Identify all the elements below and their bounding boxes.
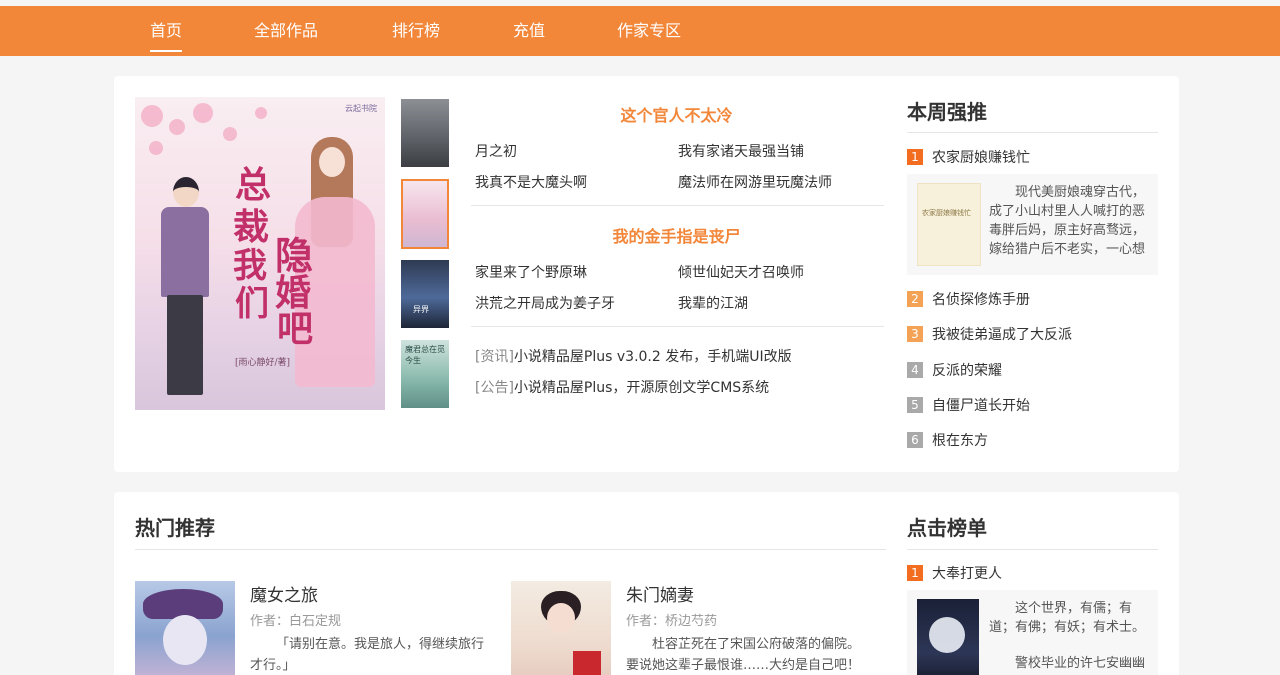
divider (471, 205, 884, 206)
featured-main-cover[interactable]: 总 裁 我 们 隐 婚 吧 [雨心静好/著] 云起书院 (135, 97, 385, 410)
rank-top-desc: 现代美厨娘魂穿古代，成了小山村里人人喊打的恶毒胖后妈，原主好高骛远，嫁给猎户后不… (989, 185, 1146, 257)
hot-title: 热门推荐 (135, 516, 215, 540)
thumb-mini-text: 魔君总在觅今生 (405, 345, 445, 365)
nav-recharge[interactable]: 充值 (513, 6, 545, 56)
rank-name: 大奉打更人 (932, 566, 1002, 582)
divider (907, 132, 1158, 133)
hot-card: 热门推荐 魔女之旅 作者：白石定规 「请别在意。我是旅人，得继续旅行才行。」 朱… (114, 492, 1179, 675)
hot-book-cover (511, 581, 611, 675)
rank-item[interactable]: 1 农家厨娘赚钱忙 (907, 147, 1030, 167)
clicks-title: 点击榜单 (907, 516, 987, 540)
blossom-decor (223, 127, 237, 141)
news-tag: [公告] (475, 380, 514, 396)
divider (907, 549, 1158, 550)
cover-logo-tag: 云起书院 (345, 104, 377, 113)
rank-item[interactable]: 3 我被徒弟逼成了大反派 (907, 324, 1072, 344)
nav-all-works[interactable]: 全部作品 (254, 6, 318, 56)
featured-thumb[interactable]: 魔君总在觅今生 (401, 340, 449, 408)
book-link[interactable]: 家里来了个野原琳 (475, 262, 587, 282)
cover-title-char: 总 (235, 164, 272, 206)
hot-book[interactable]: 魔女之旅 作者：白石定规 「请别在意。我是旅人，得继续旅行才行。」 (135, 581, 495, 675)
cover-title-char: 们 (235, 284, 269, 324)
blossom-decor (255, 107, 267, 119)
book-link[interactable]: 我辈的江湖 (678, 293, 748, 313)
news-text: 小说精品屋Plus，开源原创文学CMS系统 (513, 380, 770, 396)
hot-book-cover (135, 581, 235, 675)
weekly-title: 本周强推 (907, 100, 987, 124)
hot-book-name[interactable]: 魔女之旅 (250, 581, 318, 606)
cover-title-char: 婚 (275, 272, 312, 314)
news-text: 小说精品屋Plus v3.0.2 发布，手机端UI改版 (513, 349, 792, 365)
book-link[interactable]: 洪荒之开局成为姜子牙 (475, 293, 615, 313)
top-nav: 首页 全部作品 排行榜 充值 作家专区 (0, 6, 1280, 56)
rank-name: 农家厨娘赚钱忙 (932, 150, 1030, 166)
nav-rankings[interactable]: 排行榜 (392, 6, 440, 56)
featured-group-title[interactable]: 我的金手指是丧尸 (469, 223, 884, 247)
rank-number: 1 (907, 149, 923, 165)
featured-thumb[interactable]: 异界 (401, 260, 449, 328)
rank-number: 6 (907, 432, 923, 448)
book-link[interactable]: 魔法师在网游里玩魔法师 (678, 172, 832, 192)
rank-name: 反派的荣耀 (932, 363, 1002, 379)
cover-author-tag: [雨心静好/著] (235, 358, 291, 368)
rank-item[interactable]: 4 反派的荣耀 (907, 360, 1002, 380)
nav-author-zone[interactable]: 作家专区 (617, 6, 681, 56)
thumb-mini-text: 异界 (413, 305, 429, 314)
blossom-decor (141, 105, 163, 127)
hot-book-name[interactable]: 朱门嫡妻 (626, 581, 694, 606)
rank-top-desc: 警校毕业的许七安幽幽醒 (1015, 656, 1146, 671)
nav-home[interactable]: 首页 (150, 6, 183, 56)
hot-book-desc: 杜容芷死在了宋国公府破落的偏院。要说她这辈子最恨谁……大约是自己吧！那个 (626, 637, 861, 673)
cover-title-char: 我 (233, 246, 267, 286)
divider (135, 549, 886, 550)
hot-book[interactable]: 朱门嫡妻 作者：桥边芍药 杜容芷死在了宋国公府破落的偏院。要说她这辈子最恨谁……… (511, 581, 871, 675)
cover-title-char: 吧 (277, 308, 314, 350)
rank-item[interactable]: 6 根在东方 (907, 430, 988, 450)
featured-thumb[interactable] (401, 99, 449, 167)
blossom-decor (169, 119, 185, 135)
rank-item[interactable]: 1 大奉打更人 (907, 563, 1002, 583)
rank-top-desc: 这个世界，有儒；有道；有佛；有妖；有术士。 (989, 601, 1146, 635)
rank-number: 5 (907, 397, 923, 413)
rank-top-cover (917, 599, 979, 675)
rank-top-cover: 农家厨娘赚钱忙 (917, 183, 981, 266)
rank-number: 4 (907, 362, 923, 378)
rank-item[interactable]: 2 名侦探修炼手册 (907, 289, 1030, 309)
blossom-decor (149, 141, 163, 155)
rank-top-box[interactable]: 农家厨娘赚钱忙 现代美厨娘魂穿古代，成了小山村里人人喊打的恶毒胖后妈，原主好高骛… (907, 174, 1158, 275)
blossom-decor (193, 103, 213, 123)
rank-number: 3 (907, 326, 923, 342)
book-link[interactable]: 倾世仙妃天才召唤师 (678, 262, 804, 282)
featured-thumb-active[interactable] (401, 179, 449, 249)
news-item[interactable]: [公告]小说精品屋Plus，开源原创文学CMS系统 (475, 377, 769, 397)
rank-name: 名侦探修炼手册 (932, 292, 1030, 308)
book-link[interactable]: 我有家诸天最强当铺 (678, 141, 804, 161)
rank-name: 我被徒弟逼成了大反派 (932, 327, 1072, 343)
cover-title-char: 裁 (233, 206, 270, 248)
hot-book-desc: 「请别在意。我是旅人，得继续旅行才行。」 (250, 637, 485, 673)
rank-item[interactable]: 5 自僵尸道长开始 (907, 395, 1030, 415)
rank-name: 根在东方 (932, 433, 988, 449)
cover-mini-text: 农家厨娘赚钱忙 (922, 209, 971, 217)
rank-number: 1 (907, 565, 923, 581)
rank-number: 2 (907, 291, 923, 307)
featured-group-title[interactable]: 这个官人不太冷 (469, 102, 884, 126)
divider (471, 326, 884, 327)
news-tag: [资讯] (475, 349, 514, 365)
cover-title-char: 隐 (275, 233, 314, 278)
hot-book-author: 作者：白石定规 (250, 614, 342, 629)
rank-top-box[interactable]: 这个世界，有儒；有道；有佛；有妖；有术士。 警校毕业的许七安幽幽醒 (907, 590, 1158, 675)
book-link[interactable]: 我真不是大魔头啊 (475, 172, 587, 192)
hot-book-author: 作者：桥边芍药 (626, 614, 718, 629)
news-item[interactable]: [资讯]小说精品屋Plus v3.0.2 发布，手机端UI改版 (475, 346, 792, 366)
featured-card: 总 裁 我 们 隐 婚 吧 [雨心静好/著] 云起书院 异界 魔君总在觅今生 这… (114, 76, 1179, 472)
cover-figure-man (155, 177, 215, 397)
rank-name: 自僵尸道长开始 (932, 398, 1030, 414)
book-link[interactable]: 月之初 (475, 141, 517, 161)
